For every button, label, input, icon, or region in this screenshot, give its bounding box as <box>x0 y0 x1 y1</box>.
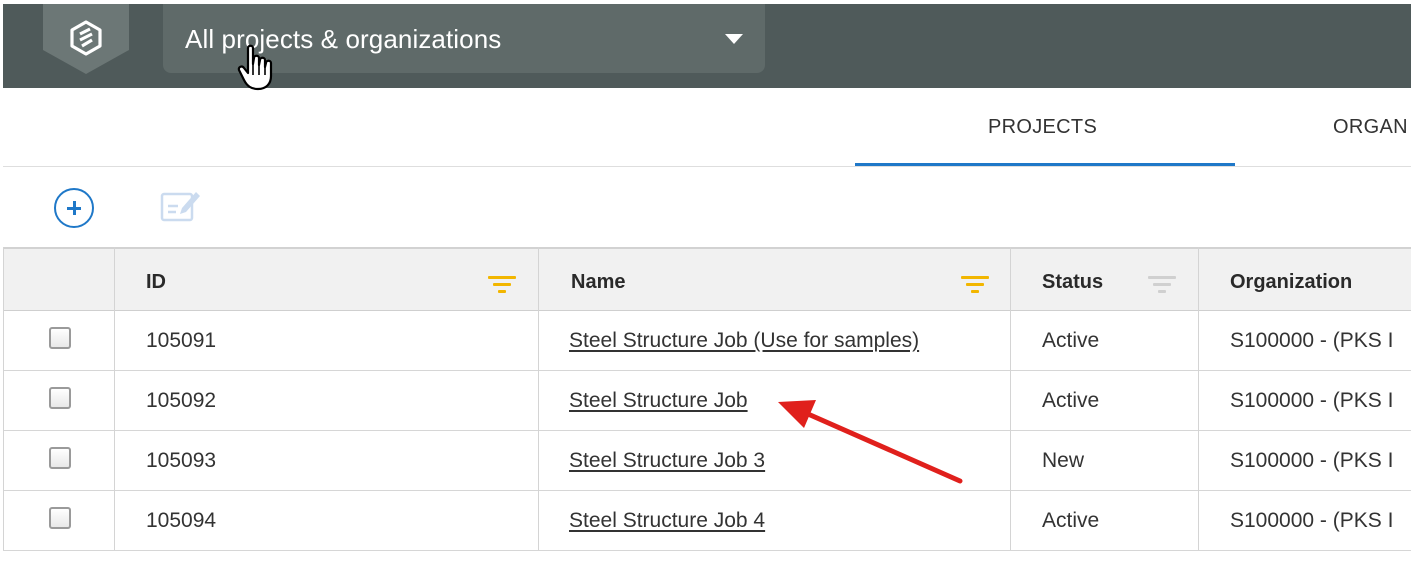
cell-id: 105091 <box>146 329 217 352</box>
cell-organization: S100000 - (PKS I <box>1230 449 1394 472</box>
cell-organization: S100000 - (PKS I <box>1230 509 1394 532</box>
column-header-organization[interactable]: Organization <box>1230 271 1352 294</box>
row-checkbox[interactable] <box>49 447 71 469</box>
table-row[interactable]: 105094 Steel Structure Job 4 Active S100… <box>3 491 1411 551</box>
row-checkbox[interactable] <box>49 327 71 349</box>
caret-down-icon[interactable] <box>725 34 743 44</box>
cell-id: 105092 <box>146 389 217 412</box>
project-scope-dropdown[interactable]: All projects & organizations <box>163 4 765 73</box>
row-checkbox[interactable] <box>49 387 71 409</box>
tab-organizations[interactable]: ORGAN <box>1333 116 1408 139</box>
logo-shield-icon[interactable] <box>43 4 129 74</box>
active-tab-indicator <box>855 163 1235 166</box>
cell-id: 105093 <box>146 449 217 472</box>
project-name-link[interactable]: Steel Structure Job (Use for samples) <box>569 329 919 353</box>
column-header-name[interactable]: Name <box>571 271 625 294</box>
filter-icon[interactable] <box>1147 276 1177 298</box>
cell-id: 105094 <box>146 509 217 532</box>
top-bar: All projects & organizations <box>3 4 1411 88</box>
cell-status: Active <box>1042 389 1100 412</box>
table-header: ID Name Status Organization <box>3 247 1411 311</box>
column-header-id[interactable]: ID <box>146 271 166 294</box>
cell-status: Active <box>1042 509 1100 532</box>
row-checkbox[interactable] <box>49 507 71 529</box>
project-name-link[interactable]: Steel Structure Job 3 <box>569 449 765 473</box>
table-row[interactable]: 105092 Steel Structure Job Active S10000… <box>3 371 1411 431</box>
project-name-link[interactable]: Steel Structure Job <box>569 389 748 413</box>
cell-status: New <box>1042 449 1085 472</box>
cell-organization: S100000 - (PKS I <box>1230 389 1394 412</box>
tab-projects[interactable]: PROJECTS <box>988 116 1097 139</box>
column-header-status[interactable]: Status <box>1042 271 1103 294</box>
table-row[interactable]: 105093 Steel Structure Job 3 New S100000… <box>3 431 1411 491</box>
filter-icon[interactable] <box>487 276 517 298</box>
projects-table: ID Name Status Organization 105091 Steel… <box>3 247 1411 552</box>
table-row[interactable]: 105091 Steel Structure Job (Use for samp… <box>3 311 1411 371</box>
column-divider <box>1198 247 1199 550</box>
cell-organization: S100000 - (PKS I <box>1230 329 1394 352</box>
tabs-divider <box>3 166 1411 167</box>
project-scope-label: All projects & organizations <box>185 24 502 54</box>
column-divider <box>538 247 539 550</box>
filter-icon[interactable] <box>960 276 990 298</box>
cell-status: Active <box>1042 329 1100 352</box>
column-divider <box>3 247 4 550</box>
edit-note-icon[interactable] <box>158 186 202 226</box>
column-divider <box>1010 247 1011 550</box>
project-name-link[interactable]: Steel Structure Job 4 <box>569 509 765 533</box>
add-project-button[interactable] <box>54 188 94 228</box>
column-divider <box>114 247 115 550</box>
